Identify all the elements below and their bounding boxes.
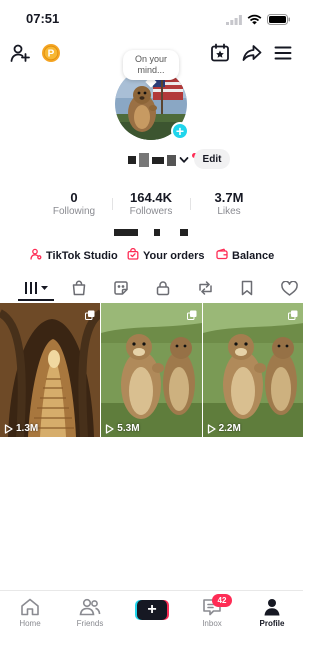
cellular-signal-icon [226, 12, 242, 30]
stat-value: 164.4K [130, 190, 172, 205]
tab-shop[interactable] [64, 276, 94, 300]
status-icons [226, 12, 291, 30]
your-orders-link[interactable]: Your orders [127, 247, 205, 263]
balance-label: Balance [232, 249, 275, 262]
tab-reposts[interactable] [190, 276, 220, 300]
view-count: 5.3M [105, 423, 140, 434]
battery-icon [267, 12, 291, 30]
create-post-button[interactable]: + [137, 600, 167, 620]
points-badge-icon[interactable]: P [40, 42, 62, 64]
stat-followers[interactable]: 164.4K Followers [111, 190, 191, 217]
wallet-icon [216, 248, 228, 263]
svg-text:P: P [48, 49, 55, 60]
profile-stats: 0 Following 164.4K Followers 3.7M Likes [0, 190, 303, 222]
stat-value: 0 [70, 190, 78, 205]
content-tabs [0, 276, 303, 304]
active-tab-indicator [18, 299, 54, 301]
add-friend-icon[interactable] [9, 42, 31, 64]
video-grid: 1.3M 5.3M 2.2M [0, 303, 303, 437]
calendar-star-icon[interactable] [209, 42, 231, 64]
share-icon[interactable] [241, 42, 263, 64]
stat-divider [112, 198, 113, 210]
redacted-username [128, 156, 136, 164]
username-row[interactable] [128, 152, 197, 168]
multi-post-icon [287, 307, 298, 325]
nav-home-label: Home [19, 619, 41, 628]
stat-divider [190, 198, 191, 210]
profile-quick-links: TikTok Studio Your orders Balance [0, 247, 303, 264]
redacted-username [167, 154, 176, 166]
multi-post-icon [85, 307, 95, 325]
view-count-text: 2.2M [218, 423, 241, 434]
studio-person-icon [30, 248, 42, 263]
tab-private[interactable] [148, 276, 178, 300]
orders-bag-icon [127, 247, 139, 263]
multi-post-icon [186, 307, 197, 325]
redacted-bio-block [180, 228, 188, 236]
redacted-username [139, 153, 149, 167]
redacted-bio-block [154, 228, 160, 236]
add-story-button[interactable]: + [171, 122, 189, 140]
friends-icon [65, 597, 115, 617]
chevron-down-icon[interactable] [179, 151, 189, 169]
redacted-bio-block [114, 228, 138, 236]
redacted-bio [114, 228, 188, 236]
tab-saved[interactable] [232, 276, 262, 300]
tiktok-studio-label: TikTok Studio [46, 249, 118, 262]
nav-home[interactable]: Home [5, 597, 55, 628]
video-thumbnail[interactable]: 2.2M [202, 303, 303, 437]
nav-friends[interactable]: Friends [65, 597, 115, 628]
tiktok-studio-link[interactable]: TikTok Studio [30, 248, 118, 263]
inbox-unread-badge: 42 [212, 594, 232, 607]
tab-favorites-sticker[interactable] [106, 276, 136, 300]
edit-profile-button[interactable]: Edit [194, 149, 230, 169]
home-icon [5, 597, 55, 617]
play-icon [106, 423, 114, 434]
bottom-nav: Home Friends + Inbox 42 Profile [0, 590, 303, 656]
view-count-text: 1.3M [16, 423, 39, 434]
stat-label: Likes [217, 206, 241, 217]
status-time: 07:51 [26, 11, 60, 26]
tab-liked[interactable] [274, 276, 304, 300]
video-thumbnail[interactable]: 1.3M [0, 303, 101, 437]
your-orders-label: Your orders [143, 249, 205, 262]
status-note-bubble[interactable]: On your mind... [123, 50, 179, 80]
stat-label: Following [52, 206, 96, 217]
status-bar: 07:51 [0, 0, 303, 36]
stat-label: Followers [129, 206, 173, 217]
nav-profile[interactable]: Profile [247, 597, 297, 628]
nav-profile-label: Profile [259, 619, 285, 628]
stat-value: 3.7M [214, 190, 244, 205]
stat-likes[interactable]: 3.7M Likes [189, 190, 269, 217]
view-count-text: 5.3M [117, 423, 140, 434]
balance-link[interactable]: Balance [216, 248, 274, 263]
view-count: 1.3M [4, 423, 38, 434]
stat-following[interactable]: 0 Following [34, 190, 114, 217]
redacted-username [152, 156, 164, 164]
tab-videos[interactable] [21, 276, 51, 300]
wifi-icon [247, 12, 262, 30]
nav-inbox-label: Inbox [202, 619, 222, 628]
video-thumbnail[interactable]: 5.3M [101, 303, 202, 437]
play-icon [4, 423, 13, 434]
menu-icon[interactable] [272, 42, 294, 64]
profile-icon [247, 597, 297, 617]
nav-friends-label: Friends [76, 619, 104, 628]
play-icon [207, 423, 216, 434]
view-count: 2.2M [207, 423, 241, 434]
